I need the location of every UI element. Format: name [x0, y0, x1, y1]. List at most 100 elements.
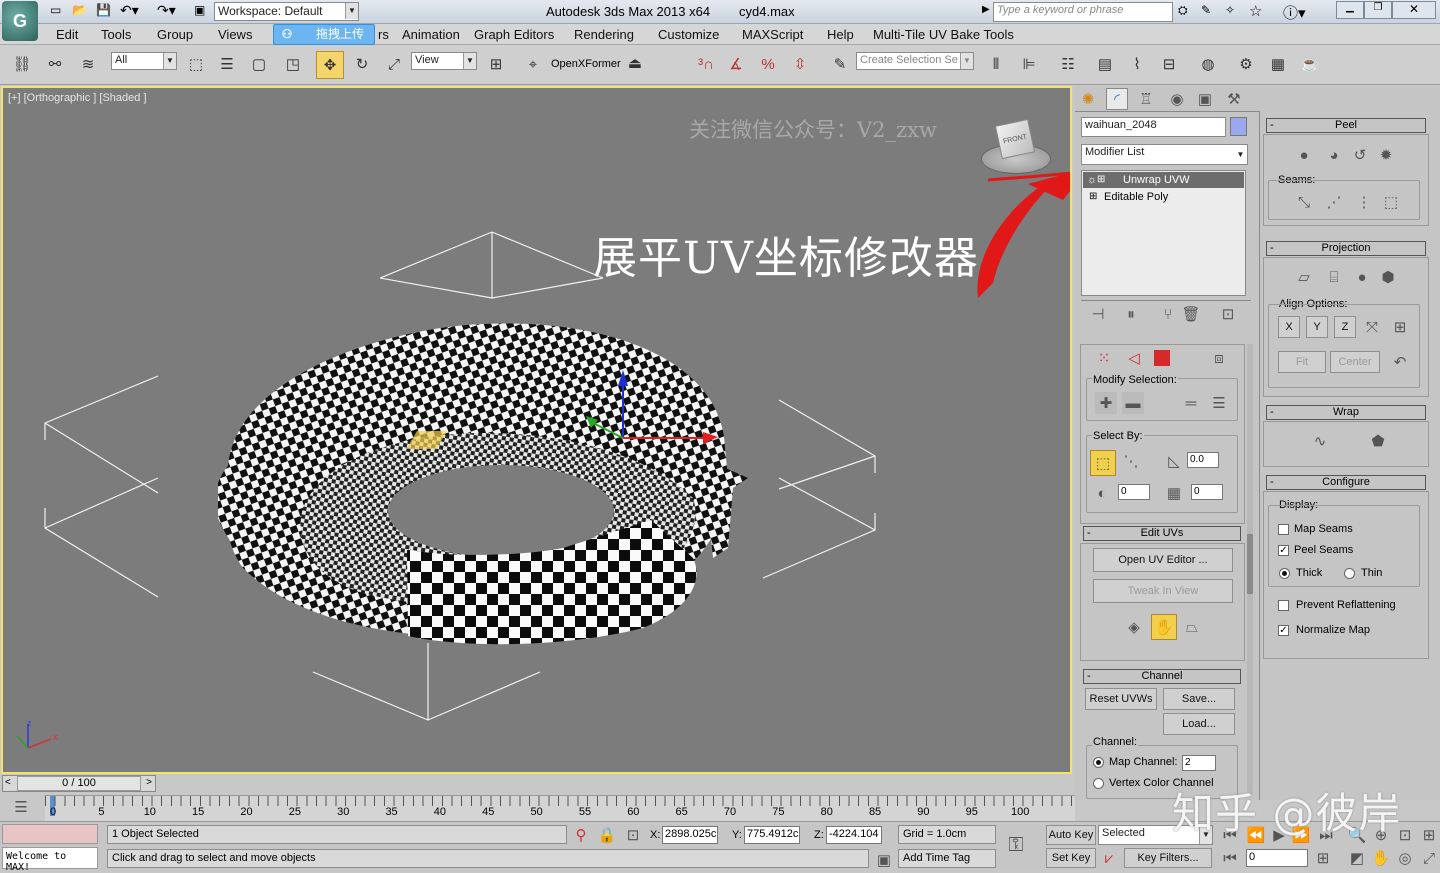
key-mode-icon[interactable]: ⩗: [1098, 847, 1120, 869]
command-panel-scrollbar[interactable]: [1247, 344, 1253, 794]
select-object-icon[interactable]: ⬚: [184, 52, 208, 76]
time-config-icon[interactable]: ⊞: [1312, 847, 1334, 869]
planar-angle-spinner[interactable]: 0.0: [1187, 452, 1219, 468]
key-mode-toggle-icon[interactable]: ⏮: [1219, 847, 1241, 869]
box-map-icon[interactable]: ⬢: [1377, 266, 1399, 288]
select-scale-icon[interactable]: ⤢: [382, 52, 406, 76]
percent-snap-icon[interactable]: %: [756, 52, 780, 76]
quick-peel-tool-icon[interactable]: ●: [1293, 144, 1315, 166]
link-icon[interactable]: ⛓: [10, 52, 34, 76]
map-seams-checkbox[interactable]: [1278, 524, 1289, 535]
display-tab-icon[interactable]: ▣: [1194, 88, 1216, 110]
maximize-viewport-icon[interactable]: ⤢: [1418, 847, 1440, 869]
select-spinner-b[interactable]: 0: [1191, 484, 1223, 500]
binoculars-icon[interactable]: ⛭: [1178, 3, 1188, 18]
menu-animation[interactable]: Animation: [402, 27, 460, 42]
spherical-map-icon[interactable]: ●: [1351, 266, 1373, 288]
modifier-stack[interactable]: ☼ ⊞ Unwrap UVW ⊞ Editable Poly: [1081, 170, 1246, 296]
menu-graph-editors[interactable]: Graph Editors: [474, 27, 554, 42]
quick-peel-icon[interactable]: ✋: [1151, 614, 1177, 640]
render-production-icon[interactable]: ☕: [1298, 52, 1322, 76]
show-end-result-icon[interactable]: ⏸: [1120, 303, 1142, 325]
menu-group[interactable]: Group: [157, 27, 193, 42]
curve-editor-icon[interactable]: ⌇: [1125, 52, 1149, 76]
point-to-point-seam-icon[interactable]: ⤡: [1293, 191, 1315, 213]
element-mode-icon[interactable]: ⧈: [1208, 347, 1230, 369]
zoom-extents-all-icon[interactable]: ⊞: [1418, 824, 1440, 846]
absolute-mode-icon[interactable]: ⊡: [622, 824, 644, 846]
open-file-icon[interactable]: 📂: [72, 3, 87, 17]
cylindrical-map-icon[interactable]: ⌸: [1323, 266, 1345, 288]
wrap-rollout-header[interactable]: - Wrap: [1266, 405, 1426, 420]
ring-selection-icon[interactable]: ☰: [1208, 392, 1230, 414]
reset-projection-icon[interactable]: ↶: [1389, 351, 1411, 373]
rendered-frame-icon[interactable]: ▦: [1266, 52, 1290, 76]
prevent-reflattening-checkbox[interactable]: [1278, 600, 1289, 611]
reset-peel-icon[interactable]: ↺: [1349, 144, 1371, 166]
open-uv-editor-button[interactable]: Open UV Editor ...: [1093, 548, 1233, 572]
polygon-mode-icon[interactable]: [1151, 347, 1173, 369]
y-coord-field[interactable]: 775.4912c: [744, 826, 800, 844]
edit-named-sets-icon[interactable]: ✎: [828, 52, 852, 76]
modifier-list-select[interactable]: Modifier List ▼: [1081, 144, 1248, 165]
minimize-button[interactable]: ▁: [1336, 1, 1364, 19]
expand-seams-icon[interactable]: ⋮: [1353, 191, 1375, 213]
maxscript-output[interactable]: Welcome to MAX!: [2, 847, 98, 873]
workspace-select[interactable]: Workspace: Default ▼: [214, 2, 359, 21]
reference-coord-select[interactable]: View ▼: [411, 52, 477, 70]
shrink-selection-icon[interactable]: ▬: [1122, 392, 1144, 414]
x-coord-field[interactable]: 2898.025c: [662, 826, 718, 844]
align-z-button[interactable]: Z: [1334, 316, 1356, 338]
configure-sets-icon[interactable]: ⊡: [1217, 303, 1239, 325]
pan-view-icon[interactable]: ✋: [1370, 847, 1392, 869]
object-color-swatch[interactable]: [1230, 117, 1247, 136]
align-to-view-icon[interactable]: ⊞: [1389, 316, 1411, 338]
load-uvws-button[interactable]: Load...: [1163, 713, 1235, 735]
menu-rendering[interactable]: Rendering: [574, 27, 634, 42]
spinner-snap-icon[interactable]: ⇳: [788, 52, 812, 76]
menu-customize[interactable]: Customize: [658, 27, 719, 42]
save-uvws-button[interactable]: Save...: [1163, 688, 1235, 710]
viewcube[interactable]: FRONT: [981, 118, 1053, 176]
maximize-button[interactable]: ❐: [1364, 1, 1392, 19]
unlink-icon[interactable]: ⚯: [43, 52, 67, 76]
unfold-strip-icon[interactable]: ⬟: [1367, 430, 1389, 452]
selection-lock-icon[interactable]: 🔒: [596, 824, 618, 846]
selection-filter-select[interactable]: All ▼: [111, 52, 177, 70]
align-icon[interactable]: ⊫: [1017, 52, 1041, 76]
render-setup-icon[interactable]: ⚙: [1234, 52, 1258, 76]
object-name-field[interactable]: waihuan_2048: [1081, 117, 1226, 137]
undo-icon[interactable]: ↶▾: [120, 2, 139, 19]
spline-map-icon[interactable]: ∿: [1309, 430, 1331, 452]
search-input[interactable]: Type a keyword or phrase: [993, 2, 1173, 22]
time-tag-icon[interactable]: ▣: [873, 849, 895, 871]
add-time-tag[interactable]: Add Time Tag: [898, 849, 996, 868]
favorites-icon[interactable]: ☆: [1249, 2, 1262, 20]
menu-multitile-uv[interactable]: Multi-Tile UV Bake Tools: [873, 27, 1014, 42]
pivot-center-icon[interactable]: ⊞: [484, 52, 508, 76]
project-folder-icon[interactable]: ▣: [194, 3, 205, 17]
current-frame-field[interactable]: 0: [1246, 849, 1308, 867]
projection-rollout-header[interactable]: - Projection: [1266, 241, 1426, 256]
orbit-icon[interactable]: ◎: [1394, 847, 1416, 869]
menu-views[interactable]: Views: [218, 27, 252, 42]
select-manipulate-icon[interactable]: ⌖: [521, 52, 545, 76]
best-align-icon[interactable]: ⤧: [1361, 316, 1383, 338]
close-button[interactable]: ✕: [1392, 1, 1436, 19]
quick-planar-icon[interactable]: ◈: [1123, 616, 1145, 638]
modify-tab-icon[interactable]: ◜: [1106, 88, 1128, 110]
lightbulb-icon[interactable]: ☼: [1087, 172, 1097, 188]
utilities-tab-icon[interactable]: ⚒: [1223, 88, 1245, 110]
set-key-button[interactable]: Set Key: [1046, 848, 1096, 868]
select-by-path-icon[interactable]: ⋱: [1120, 450, 1142, 472]
openxformer-label[interactable]: OpenXFormer: [551, 58, 621, 70]
make-unique-icon[interactable]: ⑂: [1157, 303, 1179, 325]
set-key-icon[interactable]: ⚿: [1005, 834, 1027, 856]
menu-help[interactable]: Help: [827, 27, 854, 42]
z-coord-field[interactable]: -4224.104: [826, 826, 882, 844]
keyboard-shortcut-icon[interactable]: ⏏: [623, 51, 647, 75]
selection-set-input[interactable]: Create Selection Se ▼: [856, 52, 974, 70]
fit-button[interactable]: Fit: [1278, 351, 1326, 373]
pin-stack-icon[interactable]: ⊣: [1087, 303, 1109, 325]
hierarchy-tab-icon[interactable]: ♖: [1135, 88, 1157, 110]
